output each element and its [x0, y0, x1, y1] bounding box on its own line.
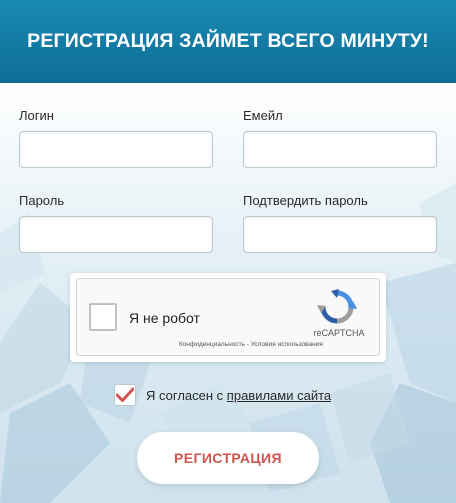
recaptcha-brand: reCAPTCHA — [313, 328, 365, 338]
confirm-password-label: Подтвердить пароль — [243, 193, 368, 208]
checkmark-icon — [116, 387, 134, 402]
confirm-password-input[interactable] — [243, 216, 437, 253]
agreement-checkbox[interactable] — [114, 384, 136, 406]
agreement-label: Я согласен с — [146, 387, 224, 403]
recaptcha-label: Я не робот — [129, 310, 200, 326]
recaptcha-checkbox[interactable] — [89, 303, 117, 331]
password-label: Пароль — [19, 193, 65, 208]
recaptcha-privacy-link[interactable]: Конфиденциальность — [179, 341, 245, 348]
recaptcha-links-separator: - — [246, 341, 249, 348]
email-input[interactable] — [243, 131, 437, 168]
agreement-text: Я согласен с правилами сайта — [146, 388, 331, 403]
login-input[interactable] — [19, 131, 213, 168]
password-input[interactable] — [19, 216, 213, 253]
agreement-row: Я согласен с правилами сайта — [114, 384, 331, 406]
site-rules-link[interactable]: правилами сайта — [227, 388, 331, 403]
recaptcha-terms-link[interactable]: Условия использования — [251, 341, 323, 348]
header-banner: РЕГИСТРАЦИЯ ЗАЙМЕТ ВСЕГО МИНУТУ! — [0, 0, 456, 83]
recaptcha-panel: Я не робот reCAPTCHA Конфиденциальность … — [76, 278, 380, 356]
page-title: РЕГИСТРАЦИЯ ЗАЙМЕТ ВСЕГО МИНУТУ! — [27, 30, 429, 52]
email-label: Емейл — [243, 108, 283, 123]
register-button[interactable]: РЕГИСТРАЦИЯ — [137, 432, 319, 484]
recaptcha-logo-icon — [317, 289, 357, 324]
recaptcha-widget: Я не робот reCAPTCHA Конфиденциальность … — [70, 273, 386, 362]
login-label: Логин — [19, 108, 54, 123]
recaptcha-links: Конфиденциальность - Условия использован… — [179, 341, 323, 348]
